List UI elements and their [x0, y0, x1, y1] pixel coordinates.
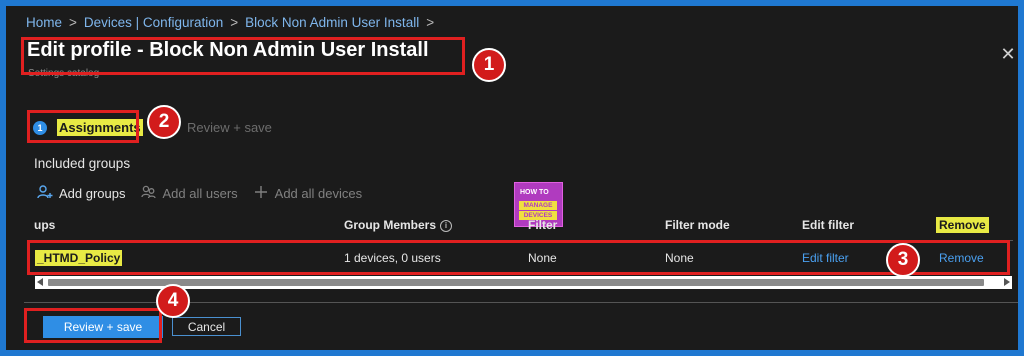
users-icon: [140, 185, 158, 202]
close-icon[interactable]: ✕: [1000, 45, 1016, 63]
table-header-divider: [33, 240, 1013, 241]
breadcrumb: Home > Devices | Configuration > Block Non A…: [26, 15, 441, 33]
column-header-remove: Remove: [936, 217, 989, 233]
wizard-step-assignments[interactable]: 1 Assignments: [33, 119, 143, 136]
annotation-badge-1: 1: [472, 48, 506, 82]
scroll-right-arrow-icon[interactable]: [1004, 278, 1010, 286]
breadcrumb-separator: >: [69, 15, 77, 30]
page-title: Edit profile - Block Non Admin User Inst…: [27, 39, 429, 61]
filter-cell: None: [528, 251, 557, 265]
scroll-left-arrow-icon[interactable]: [37, 278, 43, 286]
column-header-edit-filter: Edit filter: [802, 218, 855, 232]
cancel-button[interactable]: Cancel: [172, 317, 241, 336]
remove-link[interactable]: Remove: [939, 251, 984, 265]
group-members-header-label: Group Members: [344, 218, 437, 232]
annotation-badge-2: 2: [147, 105, 181, 139]
add-all-devices-button[interactable]: Add all devices: [252, 185, 362, 202]
add-all-devices-label: Add all devices: [274, 186, 363, 201]
watermark-line1: HOW TO: [520, 189, 549, 196]
breadcrumb-separator: >: [426, 15, 435, 30]
group-name-cell: _HTMD_Policy: [35, 250, 123, 266]
page-subtitle: Settings catalog: [28, 68, 100, 79]
wizard-step-label: Assignments: [57, 119, 143, 136]
column-header-filter-mode: Filter mode: [665, 218, 730, 232]
info-icon[interactable]: i: [440, 220, 453, 232]
annotation-badge-4: 4: [156, 284, 190, 318]
step-number-icon: 1: [33, 120, 47, 135]
column-header-filter: Filter: [528, 218, 558, 232]
add-group-icon: [36, 185, 54, 202]
add-groups-button[interactable]: Add groups: [36, 185, 126, 202]
assignment-actions: Add groups Add all users Add all devices: [36, 185, 376, 202]
add-all-users-label: Add all users: [162, 186, 238, 201]
breadcrumb-separator: >: [230, 15, 239, 30]
column-header-group-members: Group Members i: [344, 218, 453, 232]
breadcrumb-home[interactable]: Home: [26, 15, 62, 30]
add-groups-label: Add groups: [59, 186, 126, 201]
review-save-button[interactable]: Review + save: [43, 316, 163, 338]
breadcrumb-profile[interactable]: Block Non Admin User Install: [245, 15, 419, 30]
group-members-cell: 1 devices, 0 users: [344, 251, 441, 265]
filter-mode-cell: None: [665, 251, 694, 265]
wizard-step-review-save[interactable]: Review + save: [187, 120, 272, 135]
plus-icon: [252, 185, 270, 202]
breadcrumb-devices-configuration[interactable]: Devices | Configuration: [84, 15, 223, 30]
watermark-line2: MANAGE: [519, 201, 557, 210]
add-all-users-button[interactable]: Add all users: [140, 185, 238, 202]
scrollbar-thumb[interactable]: [48, 279, 984, 286]
edit-profile-panel: Home > Devices | Configuration > Block Non A…: [6, 6, 1018, 350]
edit-filter-link[interactable]: Edit filter: [802, 251, 849, 265]
annotation-badge-3: 3: [886, 243, 920, 277]
included-groups-heading: Included groups: [34, 156, 131, 171]
annotation-box-row: [27, 240, 1010, 275]
column-header-groups: ups: [34, 218, 56, 232]
